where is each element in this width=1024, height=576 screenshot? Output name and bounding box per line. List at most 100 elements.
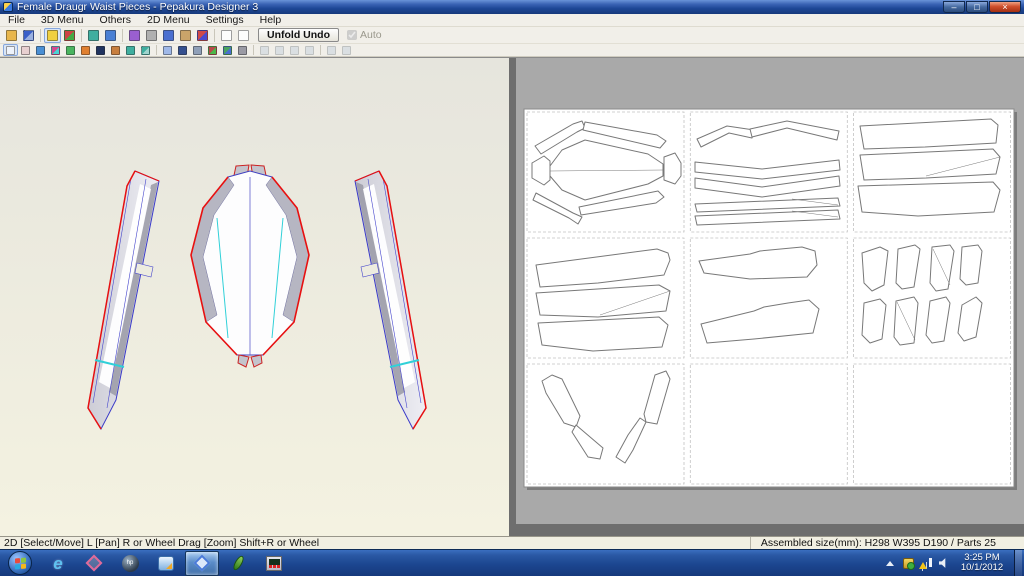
dark-screen-icon[interactable] (93, 44, 108, 56)
material-sphere-icon[interactable] (61, 28, 78, 43)
network-warning-icon (919, 557, 932, 569)
rotate-view-left-icon[interactable] (85, 28, 102, 43)
pen-edit-icon (129, 29, 140, 41)
taskbar-item-pepakura-viewer[interactable] (77, 551, 111, 576)
volume-icon[interactable] (938, 557, 950, 569)
start-button[interactable] (1, 551, 39, 576)
image-export-icon[interactable] (220, 44, 235, 56)
maximize-button[interactable]: □ (966, 1, 988, 13)
show-hidden-icons-arrow (886, 560, 894, 566)
menu-settings[interactable]: Settings (198, 14, 252, 27)
align-left-icon[interactable] (257, 44, 272, 56)
rotate-part-cw-icon[interactable] (339, 44, 354, 56)
content-area (0, 57, 1024, 537)
align-right-icon[interactable] (287, 44, 302, 56)
internet-explorer-icon (53, 555, 62, 572)
taskbar-item-instrument-device[interactable] (257, 551, 291, 576)
undo-icon[interactable] (123, 44, 138, 56)
menu-bar: File 3D Menu Others 2D Menu Settings Help (0, 14, 1024, 27)
open-file-icon[interactable] (3, 28, 20, 43)
rotate-view-right-icon (105, 29, 116, 41)
color-swirl-icon[interactable] (48, 44, 63, 56)
menu-others[interactable]: Others (92, 14, 140, 27)
security-shield-icon[interactable] (902, 557, 915, 570)
anchor-tool-icon[interactable] (160, 28, 177, 43)
align-top-icon[interactable] (272, 44, 287, 56)
open-file-icon (6, 29, 17, 41)
battery-icon[interactable] (63, 44, 78, 56)
toolbar-2d (0, 44, 1024, 57)
text-box-icon (81, 45, 90, 55)
select-lasso-icon[interactable] (18, 44, 33, 56)
rotate-part-ccw-icon[interactable] (324, 44, 339, 56)
text-box-icon[interactable] (78, 44, 93, 56)
volume-icon (938, 558, 946, 568)
save-file-icon[interactable] (20, 28, 37, 43)
2d-canvas[interactable] (516, 58, 1024, 537)
select-lasso-icon (21, 45, 30, 55)
box-tool-icon[interactable] (177, 28, 194, 43)
paint-parts-icon (208, 45, 217, 55)
fit-screen-icon[interactable] (33, 44, 48, 56)
layout-single-window-icon[interactable] (218, 28, 235, 43)
taskbar-item-internet-explorer[interactable] (41, 551, 75, 576)
taskbar-item-fern-plant[interactable] (221, 551, 255, 576)
rotate-view-right-icon[interactable] (102, 28, 119, 43)
taskbar-clock[interactable]: 3:25 PM 10/1/2012 (956, 552, 1008, 574)
pepakura-designer-window: Female Draugr Waist Pieces - Pepakura De… (0, 0, 1024, 576)
toolbar-separator (122, 28, 123, 42)
2d-pattern-view[interactable] (516, 58, 1024, 537)
align-left-icon (260, 45, 269, 55)
auto-checkbox[interactable] (346, 30, 357, 40)
rotate-part-cw-icon (342, 45, 351, 55)
magnet-tool-icon (197, 29, 208, 41)
binoculars-icon[interactable] (175, 44, 190, 56)
status-hint-text: 2D [Select/Move] L [Pan] R or Wheel Drag… (4, 537, 320, 549)
pin-tool-icon[interactable] (143, 28, 160, 43)
color-swirl-icon (51, 45, 60, 55)
layout-single-window-icon (221, 29, 232, 41)
anchor-tool-icon (163, 29, 174, 41)
select-move-icon[interactable] (3, 44, 18, 56)
align-top-icon (275, 45, 284, 55)
part-outline[interactable] (857, 118, 1001, 217)
taskbar-item-pepakura-designer[interactable] (185, 550, 219, 576)
assembled-size-text: Assembled size(mm): H298 W395 D190 / Par… (749, 537, 1024, 549)
show-hidden-icons-arrow[interactable] (884, 557, 896, 569)
battery-icon (66, 45, 75, 55)
minimize-button[interactable]: – (943, 1, 965, 13)
texture-light-icon[interactable] (44, 27, 61, 43)
menu-3d-menu[interactable]: 3D Menu (33, 14, 92, 27)
align-bottom-icon[interactable] (302, 44, 317, 56)
taskbar-item-photo-viewer[interactable] (149, 551, 183, 576)
app-icon (3, 2, 13, 12)
3d-canvas[interactable] (0, 58, 509, 537)
menu-2d-menu[interactable]: 2D Menu (139, 14, 198, 27)
paint-parts-icon[interactable] (205, 44, 220, 56)
titlebar[interactable]: Female Draugr Waist Pieces - Pepakura De… (0, 0, 1024, 14)
network-warning-icon[interactable] (919, 557, 932, 569)
magnet-tool-icon[interactable] (194, 28, 211, 43)
redo-icon[interactable] (138, 44, 153, 56)
pen-edit-icon[interactable] (126, 28, 143, 43)
unfold-undo-button[interactable]: Unfold Undo (258, 28, 339, 42)
part-info-icon[interactable] (190, 44, 205, 56)
menu-help[interactable]: Help (252, 14, 290, 27)
marquee-zoom-icon[interactable] (160, 44, 175, 56)
box-tool-icon (180, 29, 191, 41)
menu-file[interactable]: File (0, 14, 33, 27)
auto-label: Auto (359, 29, 382, 41)
print-icon[interactable] (235, 44, 250, 56)
save-file-icon (23, 29, 34, 41)
flip-piece-icon[interactable] (108, 44, 123, 56)
flip-piece-icon (111, 45, 120, 55)
toolbar-separator (214, 28, 215, 42)
taskbar-item-hp-globe[interactable] (113, 551, 147, 576)
window-controls: – □ × (943, 1, 1024, 13)
close-button[interactable]: × (989, 1, 1021, 13)
3d-model-view[interactable] (0, 58, 509, 537)
pane-splitter[interactable] (509, 58, 516, 537)
layout-split-window-icon[interactable] (235, 28, 252, 43)
show-desktop-button[interactable] (1014, 549, 1022, 576)
part-outline[interactable] (535, 248, 671, 352)
